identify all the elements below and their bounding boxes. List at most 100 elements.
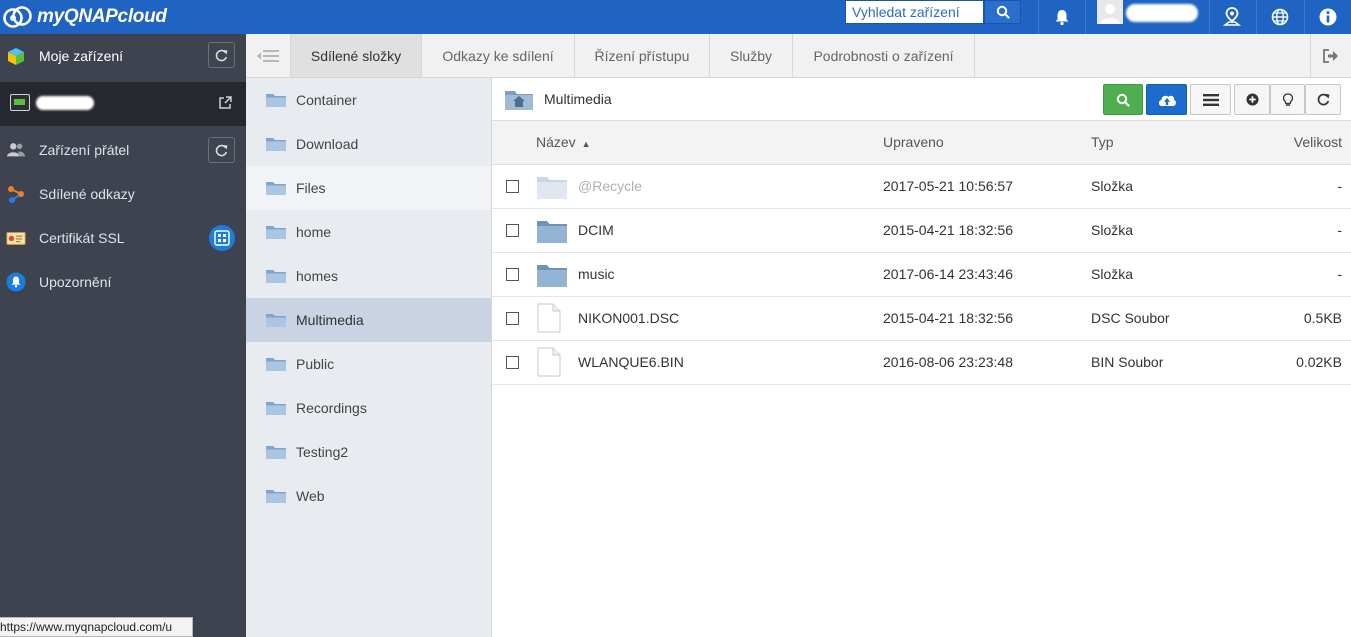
table-row[interactable]: @Recycle 2017-05-21 10:56:57 Složka -: [492, 165, 1351, 209]
lightbulb-icon: [1282, 92, 1293, 106]
search-icon: [996, 5, 1010, 19]
folder-item[interactable]: Web: [246, 474, 491, 518]
file-name[interactable]: music: [578, 266, 615, 282]
tab-sharing-links[interactable]: Odkazy ke sdílení: [422, 34, 575, 77]
user-avatar[interactable]: [1097, 0, 1123, 24]
refresh-friend-devices-button[interactable]: [208, 137, 235, 163]
column-header-label: Název: [536, 134, 576, 150]
folder-icon: [265, 400, 287, 419]
search-button[interactable]: [984, 0, 1021, 24]
column-header-modified[interactable]: Upraveno: [883, 134, 944, 150]
folder-item[interactable]: home: [246, 210, 491, 254]
row-checkbox[interactable]: [506, 356, 519, 369]
create-folder-button[interactable]: [1234, 84, 1270, 115]
folder-label: Download: [296, 136, 359, 152]
brand-logo[interactable]: myQNAPcloud: [2, 0, 167, 34]
tab-device-details[interactable]: Podrobnosti o zařízení: [793, 34, 975, 77]
sidebar-item-label: Moje zařízení: [39, 48, 124, 64]
cube-icon: [6, 46, 26, 66]
row-checkbox[interactable]: [506, 268, 519, 281]
sidebar-item-friend-devices[interactable]: Zařízení přátel: [0, 128, 246, 172]
cloud-upload-icon: [1158, 95, 1176, 106]
tab-services[interactable]: Služby: [710, 34, 793, 77]
file-modified: 2016-08-06 23:23:48: [883, 354, 1013, 370]
location-button[interactable]: [1209, 0, 1255, 34]
folder-item[interactable]: Download: [246, 122, 491, 166]
language-button[interactable]: [1257, 0, 1303, 34]
folder-item[interactable]: Files: [246, 166, 491, 210]
globe-icon: [1271, 8, 1289, 26]
folder-item[interactable]: Testing2: [246, 430, 491, 474]
file-modified: 2015-04-21 18:32:56: [883, 222, 1013, 238]
info-button[interactable]: [1305, 0, 1351, 34]
row-checkbox[interactable]: [506, 224, 519, 237]
refresh-icon: [1317, 93, 1329, 106]
file-modified: 2015-04-21 18:32:56: [883, 310, 1013, 326]
file-type: Složka: [1091, 266, 1134, 282]
device-search-input[interactable]: [845, 0, 984, 24]
brand-name: myQNAPcloud: [37, 6, 167, 27]
column-header-name[interactable]: Název ▲: [536, 134, 591, 150]
list-view-icon: [1202, 93, 1219, 106]
divider: [1085, 0, 1086, 34]
table-row[interactable]: NIKON001.DSC 2015-04-21 18:32:56 DSC Soubo…: [492, 297, 1351, 341]
search-files-button[interactable]: [1103, 84, 1143, 115]
folder-label: Testing2: [296, 444, 349, 460]
refresh-devices-button[interactable]: [208, 42, 235, 68]
file-name[interactable]: NIKON001.DSC: [578, 310, 679, 326]
folder-item[interactable]: Recordings: [246, 386, 491, 430]
row-checkbox[interactable]: [506, 312, 519, 325]
folder-icon: [265, 92, 287, 111]
user-avatar-icon: [1100, 4, 1120, 24]
search-icon: [1116, 93, 1130, 107]
file-name[interactable]: @Recycle: [578, 178, 642, 194]
sidebar-item-label: Sdílené odkazy: [39, 186, 135, 202]
notifications-button[interactable]: [1039, 0, 1085, 34]
folder-item[interactable]: Public: [246, 342, 491, 386]
file-name[interactable]: WLANQUE6.BIN: [578, 354, 684, 370]
sort-ascending-icon: ▲: [581, 139, 591, 149]
row-checkbox[interactable]: [506, 180, 519, 193]
file-name[interactable]: DCIM: [578, 222, 614, 238]
refresh-button[interactable]: [1305, 84, 1341, 115]
table-row[interactable]: music 2017-06-14 23:43:46 Složka -: [492, 253, 1351, 297]
file-size: 0.5KB: [1303, 310, 1342, 326]
table-row[interactable]: DCIM 2015-04-21 18:32:56 Složka -: [492, 209, 1351, 253]
certificate-icon: [6, 228, 26, 248]
folder-label: Container: [296, 92, 357, 108]
column-header-type[interactable]: Typ: [1091, 134, 1114, 150]
sidebar-item-shared-links[interactable]: Sdílené odkazy: [0, 172, 246, 216]
ssl-badge-icon[interactable]: [209, 225, 235, 251]
table-row[interactable]: WLANQUE6.BIN 2016-08-06 23:23:48 BIN Soubo…: [492, 341, 1351, 385]
folder-item[interactable]: homes: [246, 254, 491, 298]
file-type: BIN Soubor: [1091, 354, 1164, 370]
sidebar-item-my-devices[interactable]: Moje zařízení: [0, 34, 246, 78]
nas-device-icon: [10, 94, 30, 111]
upload-button[interactable]: [1146, 84, 1187, 115]
external-link-icon[interactable]: [218, 95, 233, 113]
folder-item[interactable]: Multimedia: [246, 298, 491, 342]
collapse-menu-button[interactable]: [246, 34, 291, 77]
user-name-redacted[interactable]: [1126, 4, 1198, 22]
view-mode-button[interactable]: [1190, 84, 1231, 115]
column-header-size[interactable]: Velikost: [1294, 134, 1342, 150]
folder-icon: [265, 444, 287, 463]
sidebar-item-ssl-certificate[interactable]: Certifikát SSL: [0, 216, 246, 260]
file-size: -: [1337, 222, 1342, 238]
sidebar-item-notifications[interactable]: Upozornění: [0, 260, 246, 304]
folder-label: home: [296, 224, 332, 240]
share-icon: [6, 184, 26, 204]
folder-item[interactable]: Container: [246, 78, 491, 122]
tips-button[interactable]: [1270, 84, 1305, 115]
file-type: Složka: [1091, 178, 1134, 194]
home-folder-icon[interactable]: [504, 87, 534, 114]
sidebar-item-label: Zařízení přátel: [39, 142, 130, 158]
file-type: DSC Soubor: [1091, 310, 1170, 326]
folder-icon: [265, 312, 287, 331]
file-icon: [536, 303, 562, 336]
exit-button[interactable]: [1310, 34, 1351, 77]
device-entry[interactable]: [0, 82, 246, 126]
tab-shared-folders[interactable]: Sdílené složky: [291, 34, 422, 77]
tab-access-control[interactable]: Řízení přístupu: [575, 34, 710, 77]
folder-icon: [536, 218, 568, 247]
